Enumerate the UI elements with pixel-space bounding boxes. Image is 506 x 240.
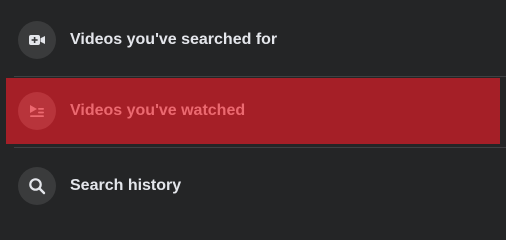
- activity-menu: Videos you've searched for Videos you've…: [0, 0, 506, 222]
- search-icon: [18, 167, 56, 205]
- menu-item-search-history[interactable]: Search history: [0, 153, 506, 219]
- video-camera-plus-icon: [18, 21, 56, 59]
- menu-item-label: Videos you've watched: [70, 102, 246, 119]
- video-list-icon: [18, 92, 56, 130]
- divider: [14, 76, 506, 77]
- menu-item-label: Videos you've searched for: [70, 31, 278, 48]
- menu-item-label: Search history: [70, 177, 182, 194]
- menu-item-videos-watched[interactable]: Videos you've watched: [6, 78, 500, 144]
- menu-item-videos-searched[interactable]: Videos you've searched for: [0, 7, 506, 73]
- divider: [14, 147, 506, 148]
